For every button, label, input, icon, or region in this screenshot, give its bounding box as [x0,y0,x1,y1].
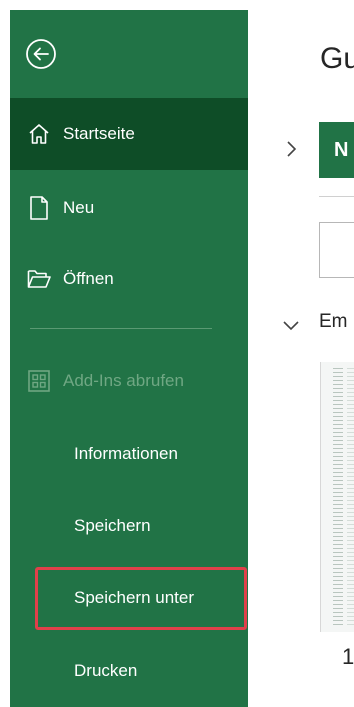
chevron-right-icon[interactable] [284,140,298,163]
bottom-label: 1 [342,644,354,669]
sidebar-item-label: Drucken [74,661,138,680]
home-icon [27,122,51,146]
separator [319,196,354,197]
backstage-view: Startseite Neu Öffnen Add-Ins abrufen In… [0,0,354,707]
template-search-box[interactable] [319,222,354,278]
main-panel: Gu N Em 1 [248,0,354,707]
back-arrow-icon [26,39,56,69]
chevron-down-icon[interactable] [282,318,300,336]
sidebar-item-label: Neu [63,198,95,217]
sidebar-divider [30,328,212,329]
sidebar-item-info[interactable]: Informationen [10,418,248,490]
sidebar-item-new[interactable]: Neu [10,172,248,244]
thumbnail-content [333,368,343,626]
save-as-highlight-box [35,567,247,630]
sidebar-item-label: Informationen [74,444,178,463]
new-document-icon [27,196,51,220]
sidebar-item-open[interactable]: Öffnen [10,243,248,315]
page-title: Gu [320,42,354,75]
open-folder-icon [27,267,51,291]
sidebar-item-label: Add-Ins abrufen [63,371,184,390]
sidebar-item-add-ins[interactable]: Add-Ins abrufen [10,345,248,417]
document-thumbnail[interactable] [320,362,354,632]
sidebar-item-print[interactable]: Drucken [10,635,248,707]
thumbnail-content [347,368,354,626]
new-blank-button[interactable]: N [319,122,354,178]
back-button[interactable] [25,38,57,70]
section-title: Em [319,311,348,332]
sidebar-item-label: Startseite [63,124,135,143]
sidebar-item-label: Öffnen [63,269,114,288]
sidebar-item-home[interactable]: Startseite [10,98,248,170]
sidebar-item-save[interactable]: Speichern [10,490,248,562]
add-ins-icon [27,369,51,393]
sidebar-item-label: Speichern [74,516,151,535]
